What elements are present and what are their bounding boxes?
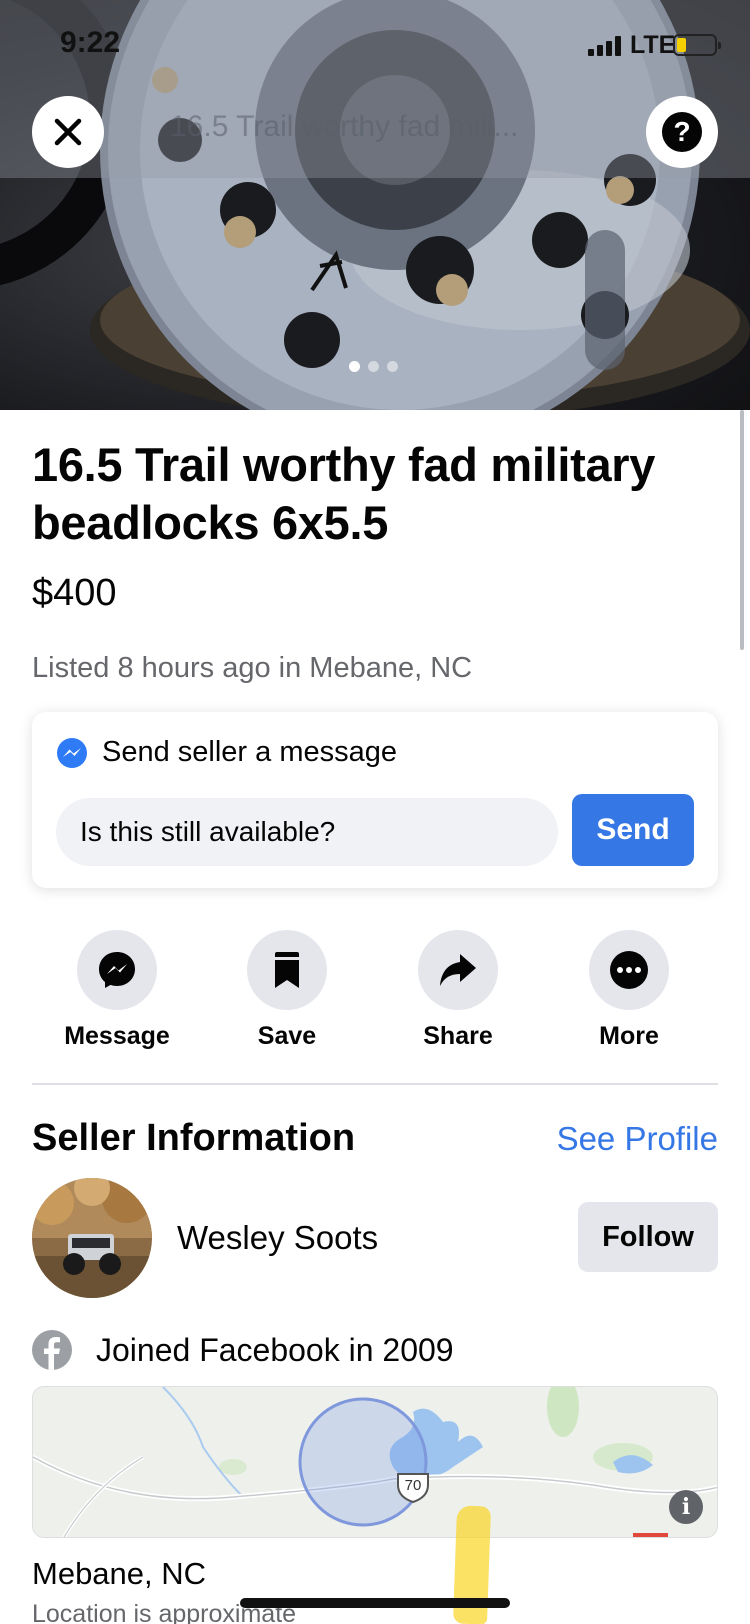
message-action-circle[interactable] bbox=[77, 930, 157, 1010]
send-message-card: Send seller a message Send bbox=[32, 712, 718, 888]
section-divider bbox=[32, 1083, 718, 1085]
route-shield: 70 bbox=[395, 1471, 431, 1504]
header-title: 16.5 Trail worthy fad mili... bbox=[170, 110, 519, 143]
share-arrow-icon bbox=[440, 954, 476, 986]
battery-level bbox=[677, 38, 686, 52]
battery-icon bbox=[673, 34, 721, 56]
message-action-label: Message bbox=[64, 1022, 170, 1050]
more-action[interactable]: More bbox=[554, 930, 704, 1051]
message-card-header: Send seller a message bbox=[56, 736, 397, 769]
share-action[interactable]: Share bbox=[383, 930, 533, 1051]
share-action-label: Share bbox=[423, 1022, 493, 1050]
bookmark-icon bbox=[275, 952, 299, 988]
status-time: 9:22 bbox=[60, 26, 121, 59]
seller-avatar-photo bbox=[32, 1178, 152, 1298]
network-label: LTE bbox=[630, 31, 676, 59]
see-profile-link[interactable]: See Profile bbox=[557, 1120, 718, 1158]
messenger-icon bbox=[57, 737, 87, 768]
save-action[interactable]: Save bbox=[212, 930, 362, 1051]
close-icon bbox=[54, 118, 82, 146]
help-button[interactable]: ? bbox=[646, 96, 718, 168]
message-action[interactable]: Message bbox=[42, 930, 192, 1051]
seller-info-heading: Seller Information bbox=[32, 1117, 356, 1159]
close-button[interactable] bbox=[32, 96, 104, 168]
more-dots-icon bbox=[610, 951, 648, 989]
seller-name[interactable]: Wesley Soots bbox=[177, 1219, 378, 1257]
send-button[interactable]: Send bbox=[572, 794, 694, 866]
pagination-dot bbox=[387, 361, 398, 372]
facebook-f-glyph bbox=[44, 1337, 60, 1370]
listing-meta: Listed 8 hours ago in Mebane, NC bbox=[32, 652, 473, 684]
listing-price: $400 bbox=[32, 572, 117, 614]
more-action-circle[interactable] bbox=[589, 930, 669, 1010]
question-mark-icon: ? bbox=[662, 112, 702, 152]
seller-joined-row: Joined Facebook in 2009 bbox=[32, 1330, 454, 1370]
status-bar: 9:22 LTE bbox=[0, 0, 750, 92]
pagination-dot bbox=[349, 361, 360, 372]
joined-facebook-text: Joined Facebook in 2009 bbox=[96, 1331, 454, 1368]
action-bar: Message Save Share More bbox=[42, 930, 724, 1050]
location-name: Mebane, NC bbox=[32, 1556, 207, 1591]
image-pagination-dots bbox=[349, 361, 398, 372]
follow-button[interactable]: Follow bbox=[578, 1202, 718, 1272]
save-action-label: Save bbox=[257, 1022, 317, 1050]
listing-title: 16.5 Trail worthy fad military beadlocks… bbox=[32, 438, 656, 549]
scrollbar[interactable] bbox=[740, 410, 744, 650]
signal-strength-icon bbox=[588, 36, 628, 56]
route-number: 70 bbox=[404, 1477, 422, 1494]
facebook-icon bbox=[32, 1330, 72, 1370]
location-map[interactable]: 70 bbox=[32, 1386, 718, 1538]
home-indicator[interactable] bbox=[240, 1598, 510, 1608]
map-info-icon[interactable]: i bbox=[669, 1490, 703, 1524]
seller-avatar[interactable] bbox=[32, 1178, 152, 1298]
map-graphic bbox=[33, 1387, 717, 1537]
pagination-dot bbox=[368, 361, 379, 372]
message-input[interactable] bbox=[56, 798, 558, 866]
share-action-circle[interactable] bbox=[418, 930, 498, 1010]
message-card-heading: Send seller a message bbox=[102, 736, 397, 768]
save-action-circle[interactable] bbox=[247, 930, 327, 1010]
more-action-label: More bbox=[599, 1022, 659, 1050]
messenger-icon bbox=[99, 952, 135, 988]
